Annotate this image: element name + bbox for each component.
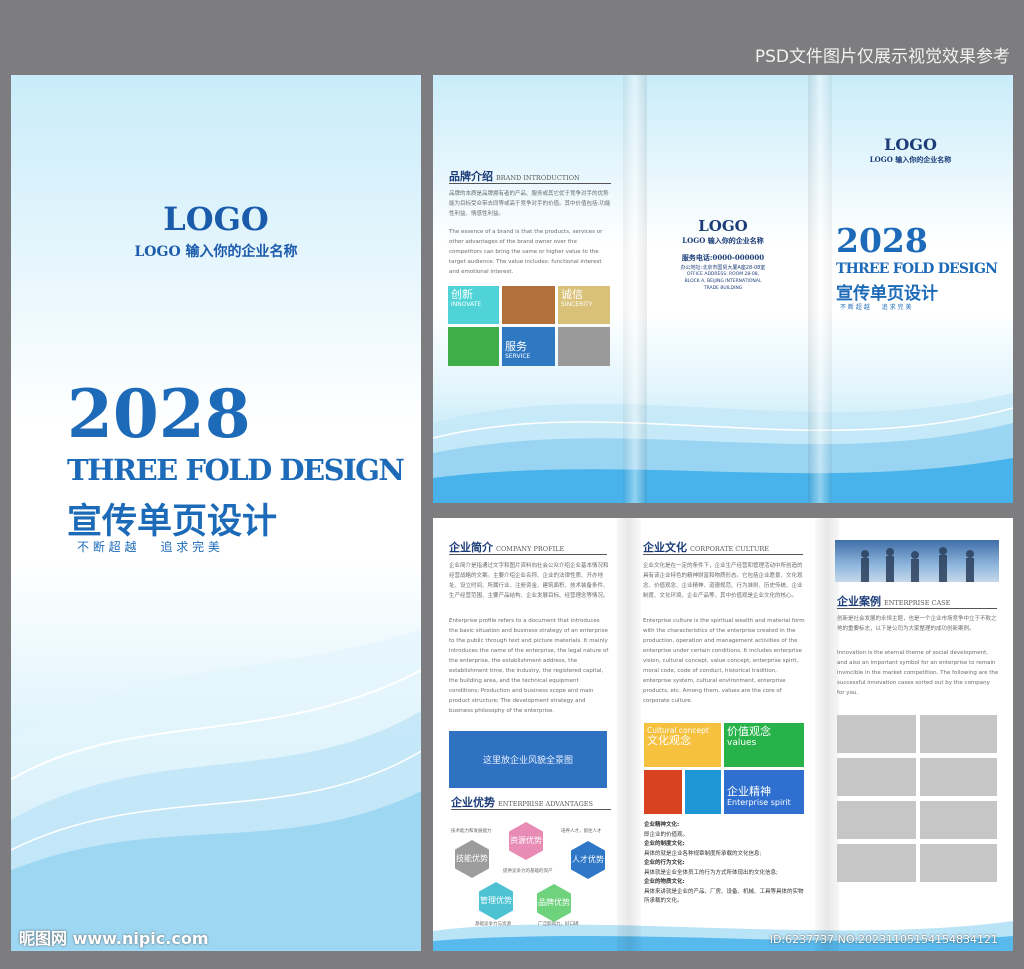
culture-item-4-body: 具体来讲就是企业的产品、厂房、设备、机械、工具等具体的实物所承载的文化。 (644, 888, 804, 905)
cases-photo (835, 540, 999, 582)
profile-title: 企业简介 COMPANY PROFILE (449, 539, 564, 555)
cases-text-cn: 创新是社会发展的永恒主题，也是一个企业市场竞争中立于不败之地的重要标志，以下是公… (837, 616, 997, 632)
advantages-title-cn: 企业优势 (451, 796, 495, 809)
culture-item-4-head: 企业的物质文化: (644, 879, 685, 885)
back-address-en1: OFFICE ADDRESS: ROOM 28-08, (686, 272, 760, 277)
cover-logo: LOGO (163, 200, 269, 238)
advantages-underline (451, 809, 611, 810)
front-slogan: 不 断 超 越 追 求 完 美 (840, 304, 912, 311)
profile-underline (449, 554, 607, 555)
back-phone: 服务电话:0000-000000 (681, 253, 765, 262)
brand-title: 品牌介绍 BRAND INTRODUCTION (449, 168, 580, 184)
profile-text-en: Enterprise profile refers to a document … (449, 618, 609, 714)
advantage-note-3: 提供竞争力的基础的资产 (503, 869, 553, 874)
outside-spread: 品牌介绍 BRAND INTRODUCTION 品牌的本质是品牌拥有者的产品、服务… (433, 75, 1013, 503)
brand-title-en: BRAND INTRODUCTION (496, 174, 580, 182)
case-image-8 (920, 844, 997, 882)
back-company: LOGO 输入你的企业名称 (682, 236, 764, 245)
watermark-id: ID:6237737 NO:20231105154154834121 (769, 933, 998, 946)
culture-title-cn: 企业文化 (643, 541, 687, 554)
brand-tile-sincerity: 诚信 SINCERITY (558, 286, 610, 324)
culture-items: 企业精神文化: 即企业的价值观。 企业的制度文化: 具体的就是企业各种规章制度所… (644, 821, 806, 907)
culture-tile-values: 价值观念 values (724, 723, 804, 767)
culture-underline (643, 554, 803, 555)
cover-panel: LOGO LOGO 输入你的企业名称 2028 THREE FOLD DESIG… (11, 75, 421, 951)
cases-text-en: Innovation is the eternal theme of socia… (837, 650, 999, 696)
cover-title-cn: 宣传单页设计 (67, 501, 278, 542)
culture-tile-blue (685, 770, 721, 814)
profile-title-en: COMPANY PROFILE (496, 545, 565, 553)
brand-text-en: The essence of a brand is that the produ… (449, 229, 603, 275)
front-year: 2028 (836, 221, 928, 260)
advantage-note-2: 培养人才，留住人才 (561, 829, 602, 834)
inside-fold-1 (617, 518, 641, 951)
culture-tile-red (644, 770, 682, 814)
watermark-site: 昵图网 www.nipic.com (19, 929, 209, 948)
culture-item-3-body: 具体就是企业全体员工的行为方式所体现出的文化信息; (644, 869, 778, 876)
cases-title-en: ENTERPRISE CASE (884, 599, 951, 607)
case-image-7 (837, 844, 916, 882)
cases-underline (837, 608, 997, 609)
profile-photo-placeholder: 这里放企业风貌全景图 (449, 731, 607, 788)
culture-text-cn: 企业文化是在一定的条件下，企业生产经营和管理活动中所创造的具有该企业特色的精神财… (643, 563, 803, 599)
brand-text-cn: 品牌的本质是品牌拥有者的产品、服务或其它优于竞争对手的优势能为目标受众带去同等或… (449, 191, 611, 217)
advantages-title-en: ENTERPRISE ADVANTAGES (498, 800, 593, 808)
culture-text-en: Enterprise culture is the spiritual weal… (643, 618, 805, 704)
brand-underline (449, 183, 611, 184)
advantage-note-1: 技术能力和发展能力 (451, 829, 492, 834)
preview-banner: PSD文件图片仅展示视觉效果参考 (754, 47, 1010, 67)
front-title-cn: 宣传单页设计 (836, 284, 938, 304)
culture-item-3-head: 企业的行为文化: (644, 860, 685, 866)
profile-text-cn: 企业简介是指通过文字和图片资料向社会公众介绍企业基本情况和经营战略的文案。主要介… (449, 563, 609, 599)
culture-title: 企业文化 CORPORATE CULTURE (643, 539, 769, 555)
advantage-note-4: 基础竞争力与资源 (475, 922, 511, 927)
cases-title-cn: 企业案例 (837, 595, 881, 608)
inside-fold-2 (815, 518, 839, 951)
front-company: LOGO 输入你的企业名称 (869, 155, 952, 164)
back-logo: LOGO (698, 217, 748, 235)
brand-tiles: 创新 INNOVATE 诚信 SINCERITY 服务 SERVICE (448, 286, 610, 366)
cover-title-en: THREE FOLD DESIGN (67, 453, 405, 487)
culture-item-1-head: 企业精神文化: (644, 822, 680, 828)
brand-tile-6 (558, 327, 610, 366)
front-logo: LOGO (884, 135, 937, 154)
hex-talent: 人才优势 (571, 841, 605, 879)
front-title-en: THREE FOLD DESIGN (836, 261, 998, 277)
cover-year: 2028 (67, 375, 251, 453)
culture-tile-spirit: 企业精神 Enterprise spirit (724, 770, 804, 814)
brand-title-cn: 品牌介绍 (449, 170, 493, 183)
advantages-title: 企业优势 ENTERPRISE ADVANTAGES (451, 794, 593, 810)
culture-title-en: CORPORATE CULTURE (690, 545, 769, 553)
hex-resource: 资源优势 (509, 822, 543, 860)
back-address-en2: BLOCK A, BEIJING INTERNATIONAL (684, 279, 762, 284)
culture-item-2-body: 具体的就是企业各种规章制度所承载的文化信息; (644, 850, 762, 857)
brand-tile-innovate: 创新 INNOVATE (448, 286, 499, 324)
case-image-2 (920, 715, 997, 753)
case-image-4 (920, 758, 997, 796)
cases-title: 企业案例 ENTERPRISE CASE (837, 593, 950, 609)
profile-title-cn: 企业简介 (449, 541, 493, 554)
cover-company: LOGO 输入你的企业名称 (134, 244, 298, 260)
case-image-6 (920, 801, 997, 839)
cover-slogan: 不 断 超 越 追 求 完 美 (77, 540, 220, 554)
case-image-3 (837, 758, 916, 796)
brand-tile-2 (502, 286, 555, 324)
brand-tile-4 (448, 327, 499, 366)
cover-wave (11, 629, 421, 951)
case-image-5 (837, 801, 916, 839)
business-people-silhouette-icon (861, 547, 974, 582)
brand-tile-service: 服务 SERVICE (502, 327, 555, 366)
case-image-1 (837, 715, 916, 753)
culture-item-2-head: 企业的制度文化: (644, 841, 685, 847)
inside-spread: 企业简介 COMPANY PROFILE 企业简介是指通过文字和图片资料向社会公众… (433, 518, 1013, 951)
hex-skill: 技能优势 (455, 840, 489, 878)
outside-wave (433, 393, 1013, 503)
advantage-note-5: 广泛影响力，好口碑 (538, 922, 579, 927)
back-address: 办公地址:北京市国贸大厦A座28-08室 (680, 265, 766, 271)
back-address-en3: TRADE BUILDING (703, 286, 743, 291)
culture-item-1-body: 即企业的价值观。 (644, 831, 689, 838)
culture-tile-cultural-concept: Cultural concept 文化观念 (644, 723, 721, 767)
